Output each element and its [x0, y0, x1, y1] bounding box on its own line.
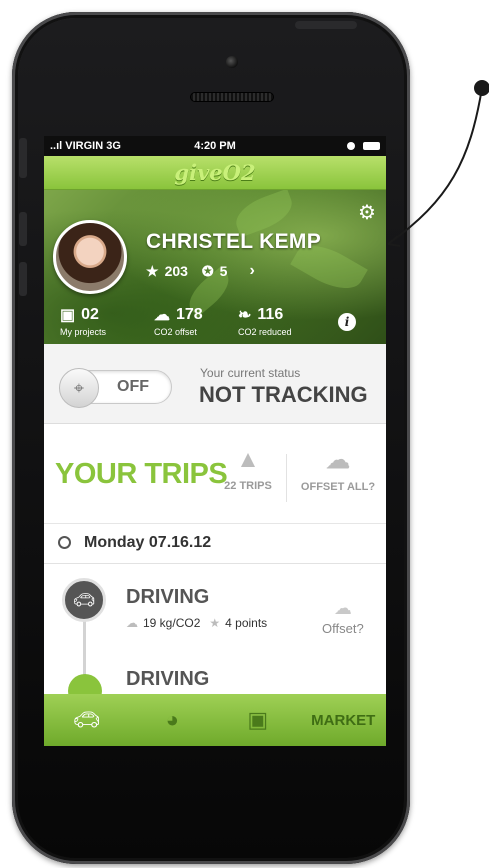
callout-line	[387, 87, 483, 247]
callout-dot	[474, 80, 489, 96]
